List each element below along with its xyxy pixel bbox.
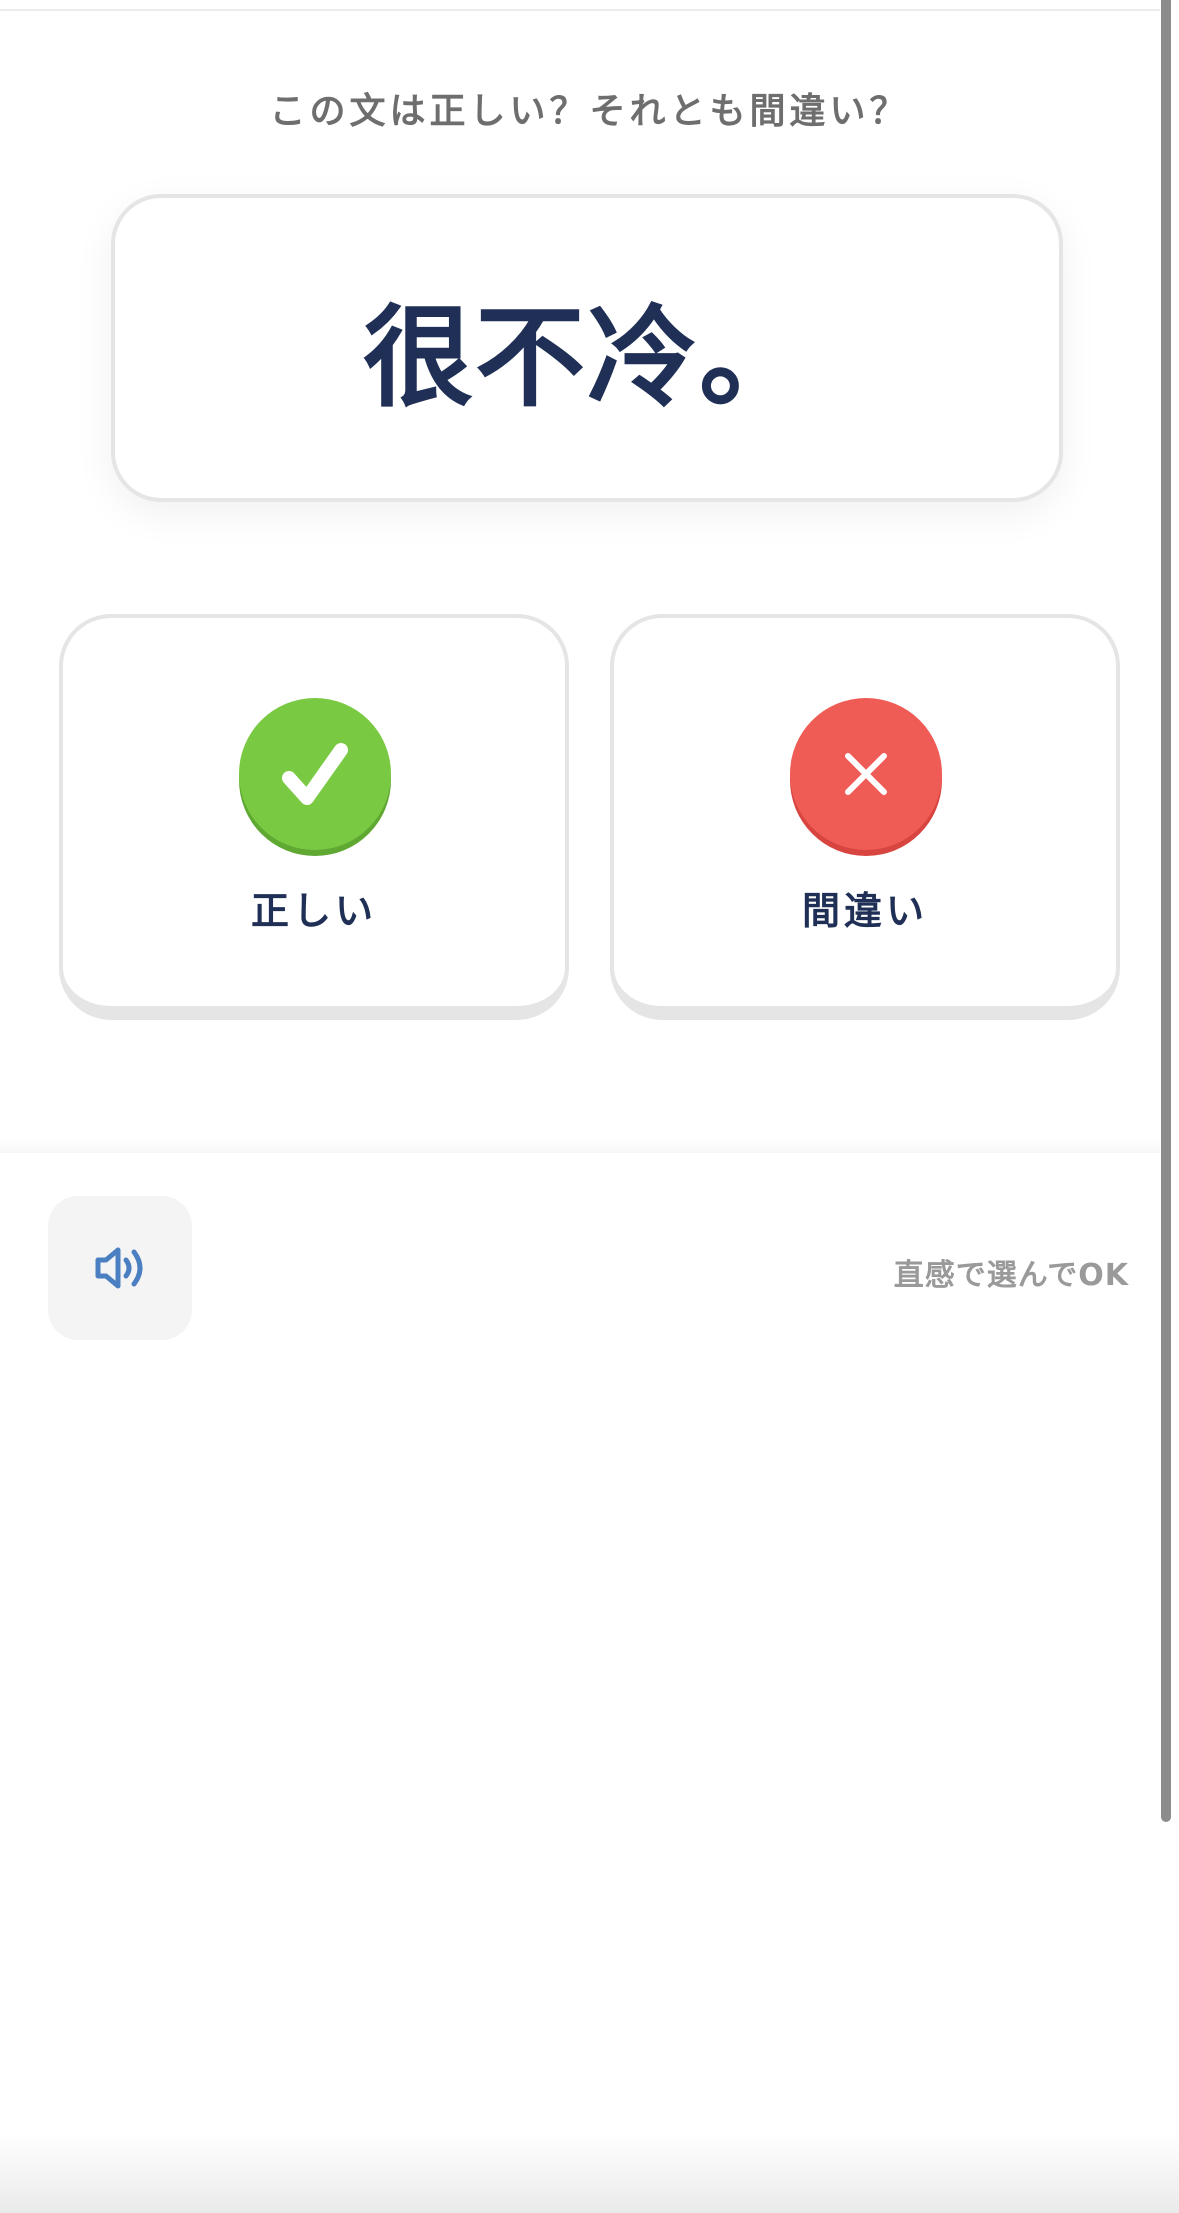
bottom-fade — [0, 2133, 1179, 2213]
speaker-icon — [95, 1247, 143, 1289]
x-icon — [788, 696, 944, 856]
sentence-text: 很不冷。 — [363, 294, 811, 422]
correct-answer-label: 正しい — [250, 889, 377, 933]
correct-answer-button[interactable]: 正しい — [59, 614, 569, 1020]
scrollbar[interactable] — [1161, 0, 1171, 1822]
wrong-answer-button[interactable]: 間違い — [610, 614, 1120, 1020]
play-audio-button[interactable] — [48, 1196, 192, 1340]
top-divider — [0, 0, 1160, 11]
wrong-answer-label: 間違い — [801, 889, 928, 933]
sentence-card: 很不冷。 — [111, 194, 1063, 502]
hint-text: 直感で選んでOK — [893, 1258, 1129, 1293]
question-prompt: この文は正しい？それとも間違い？ — [269, 91, 910, 132]
bottom-bar-shadow — [0, 1140, 1160, 1154]
check-icon — [237, 696, 393, 856]
quiz-screen: この文は正しい？それとも間違い？ 很不冷。 正しい 間違い 直感で選んでOK — [0, 0, 1179, 2213]
